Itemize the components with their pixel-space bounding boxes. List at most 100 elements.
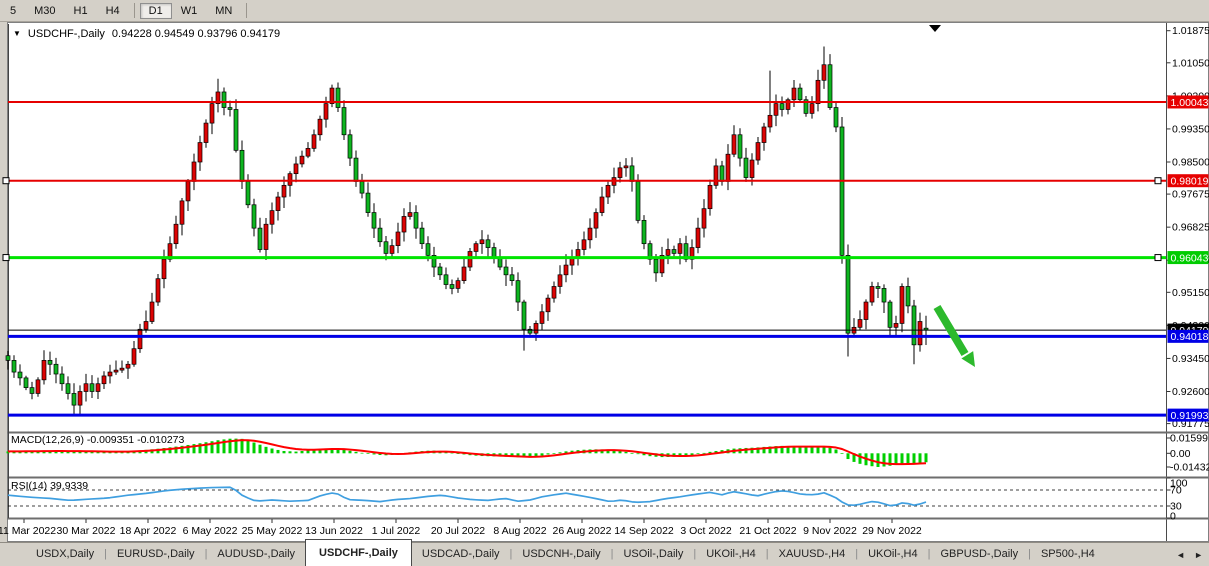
date-tick-label: 6 May 2022 [183, 525, 238, 537]
candle-bullish [714, 166, 718, 185]
tab-usdx-daily[interactable]: USDX,Daily [26, 543, 104, 566]
macd-bar [553, 453, 556, 454]
candle-bearish [30, 388, 34, 394]
macd-bar [289, 451, 292, 453]
timeframe-button-MN[interactable]: MN [206, 3, 241, 19]
candle-bullish [594, 213, 598, 229]
candle-bullish [288, 174, 292, 186]
candle-bearish [906, 286, 910, 305]
price-tick-label: 0.96825 [1172, 222, 1209, 234]
candle-bearish [492, 248, 496, 258]
candle-bullish [870, 286, 874, 302]
timeframe-button-W1[interactable]: W1 [172, 3, 207, 19]
candle-bullish [696, 228, 700, 247]
candle-bearish [18, 372, 22, 378]
candle-bullish [546, 298, 550, 312]
candle-bullish [708, 185, 712, 208]
tab-scroll-right-icon[interactable]: ► [1194, 550, 1203, 560]
candle-bullish [108, 372, 112, 376]
macd-bar [625, 452, 628, 454]
tab-xauusd-h4[interactable]: XAUUSD-,H4 [769, 543, 856, 566]
macd-bar [271, 449, 274, 454]
candle-bearish [642, 220, 646, 243]
tab-sp500-h4[interactable]: SP500-,H4 [1031, 543, 1105, 566]
candle-bearish [882, 288, 886, 302]
timeframe-button-M30[interactable]: M30 [25, 3, 64, 19]
candle-bullish [390, 246, 394, 254]
candle-bearish [90, 384, 94, 392]
candle-bearish [720, 166, 724, 182]
tab-audusd-daily[interactable]: AUDUSD-,Daily [207, 543, 305, 566]
macd-bar [829, 448, 832, 454]
timeframe-button-D1[interactable]: D1 [140, 3, 172, 19]
candle-bearish [258, 228, 262, 249]
candle-bullish [150, 302, 154, 321]
candle-bullish [774, 104, 778, 116]
tab-gbpusd-daily[interactable]: GBPUSD-,Daily [930, 543, 1028, 566]
timeframe-button-H1[interactable]: H1 [65, 3, 97, 19]
price-tick-label: 0.97675 [1172, 189, 1209, 201]
candle-bullish [114, 370, 118, 372]
candle-bullish [864, 302, 868, 320]
timeframe-toolbar: 5M30H1H4 D1W1MN [0, 0, 1209, 22]
candle-bearish [654, 259, 658, 273]
chart-canvas[interactable]: 1.018751.010501.002000.993500.985000.976… [0, 22, 1209, 542]
candle-bullish [210, 104, 214, 123]
tab-usdcad-daily[interactable]: USDCAD-,Daily [412, 543, 510, 566]
macd-bar [295, 452, 298, 454]
candle-bearish [834, 108, 838, 127]
tab-usoil-daily[interactable]: USOil-,Daily [613, 543, 693, 566]
tab-usdcnh-daily[interactable]: USDCNH-,Daily [512, 543, 610, 566]
macd-bar [307, 450, 310, 453]
candle-bullish [750, 160, 754, 178]
candle-bullish [480, 240, 484, 244]
chart-frame [8, 23, 1209, 542]
candle-bullish [552, 286, 556, 298]
candle-bullish [126, 364, 130, 368]
tab-scroll-left-icon[interactable]: ◄ [1176, 550, 1185, 560]
tab-eurusd-daily[interactable]: EURUSD-,Daily [107, 543, 205, 566]
tab-ukoil-h4[interactable]: UKOil-,H4 [696, 543, 766, 566]
candle-bearish [840, 127, 844, 255]
timeframe-button-5[interactable]: 5 [1, 3, 25, 19]
macd-bar [541, 453, 544, 455]
candle-bearish [234, 109, 238, 150]
candle-bearish [486, 240, 490, 248]
symbol-tabbar: USDX,Daily|EURUSD-,Daily|AUDUSD-,DailyUS… [0, 542, 1209, 566]
tab-usdchf-daily[interactable]: USDCHF-,Daily [305, 539, 412, 566]
price-label-text: 0.98019 [1171, 176, 1209, 188]
timeframe-button-H4[interactable]: H4 [97, 3, 129, 19]
date-tick-label: 1 Jul 2022 [372, 525, 421, 537]
macd-bar [835, 449, 838, 453]
line-handle[interactable] [3, 255, 9, 261]
candle-bullish [822, 65, 826, 81]
price-label-text: 0.96043 [1171, 252, 1209, 264]
macd-bar [277, 450, 280, 453]
macd-bar [259, 445, 262, 454]
macd-bar [631, 453, 634, 454]
candle-bullish [534, 323, 538, 333]
candle-bearish [738, 135, 742, 158]
candle-bullish [120, 368, 124, 370]
candle-bullish [726, 154, 730, 181]
macd-bar [367, 453, 370, 454]
chart-window[interactable]: 1.018751.010501.002000.993500.985000.976… [0, 22, 1209, 542]
line-handle[interactable] [1155, 178, 1161, 184]
candle-bullish [918, 321, 922, 344]
candle-bullish [282, 185, 286, 197]
macd-tick-label: 0.01599 [1170, 432, 1208, 444]
macd-bar [349, 451, 352, 454]
candle-bullish [408, 213, 412, 217]
candle-bullish [810, 104, 814, 114]
rsi-tick-label: 0 [1170, 511, 1176, 523]
macd-bar [301, 451, 304, 453]
candle-bullish [618, 168, 622, 178]
tab-ukoil-h4[interactable]: UKOil-,H4 [858, 543, 928, 566]
candle-bearish [222, 92, 226, 108]
candle-bullish [600, 197, 604, 213]
line-handle[interactable] [1155, 255, 1161, 261]
line-handle[interactable] [3, 178, 9, 184]
date-tick-label: 14 Sep 2022 [614, 525, 674, 537]
candle-bullish [156, 279, 160, 302]
candle-bullish [606, 185, 610, 197]
